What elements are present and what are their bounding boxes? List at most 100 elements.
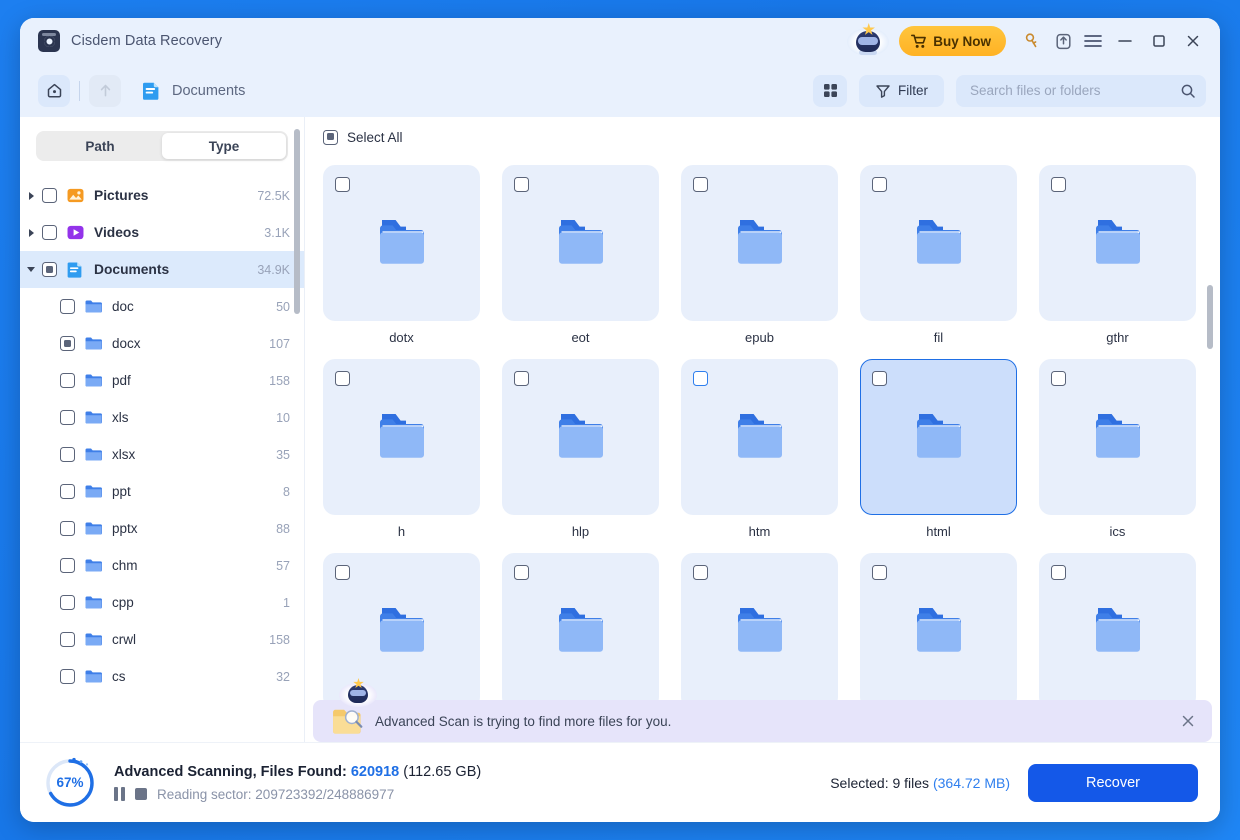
folder-card-checkbox[interactable] bbox=[693, 177, 708, 192]
home-button[interactable] bbox=[38, 74, 70, 107]
folder-card-checkbox[interactable] bbox=[872, 565, 887, 580]
item-label: xls bbox=[112, 410, 129, 425]
scan-prefix: Advanced Scanning, Files Found: bbox=[114, 763, 351, 780]
content-scrollbar[interactable] bbox=[1207, 285, 1213, 349]
item-checkbox-cpp[interactable] bbox=[60, 595, 75, 610]
folder-card-ics[interactable] bbox=[1039, 359, 1196, 515]
folder-card-checkbox[interactable] bbox=[514, 371, 529, 386]
sidebar-group-pictures[interactable]: Pictures 72.5K bbox=[20, 177, 304, 214]
folder-card-html[interactable] bbox=[860, 359, 1017, 515]
item-checkbox-docx[interactable] bbox=[60, 336, 75, 351]
folder-card-checkbox[interactable] bbox=[1051, 371, 1066, 386]
grid-cell: h bbox=[323, 359, 480, 549]
item-checkbox-crwl[interactable] bbox=[60, 632, 75, 647]
folder-card-dotx[interactable] bbox=[323, 165, 480, 321]
sidebar-item-chm[interactable]: chm 57 bbox=[20, 547, 304, 584]
recover-button[interactable]: Recover bbox=[1028, 763, 1198, 802]
folder-card[interactable] bbox=[1039, 553, 1196, 709]
sidebar-item-xls[interactable]: xls 10 bbox=[20, 399, 304, 436]
sidebar-item-ppt[interactable]: ppt 8 bbox=[20, 473, 304, 510]
folder-card-epub[interactable] bbox=[681, 165, 838, 321]
navigate-up-button[interactable] bbox=[89, 74, 121, 107]
group-checkbox-documents[interactable] bbox=[42, 262, 57, 277]
chevron-right-icon[interactable] bbox=[20, 228, 42, 237]
folder-card-label: dotx bbox=[389, 330, 414, 345]
maximize-icon[interactable] bbox=[1142, 26, 1176, 56]
sidebar-group-documents[interactable]: Documents 34.9K bbox=[20, 251, 304, 288]
folder-card-checkbox[interactable] bbox=[872, 177, 887, 192]
folder-card-h[interactable] bbox=[323, 359, 480, 515]
folder-card-checkbox[interactable] bbox=[514, 177, 529, 192]
sidebar-item-pdf[interactable]: pdf 158 bbox=[20, 362, 304, 399]
item-count: 8 bbox=[283, 484, 290, 499]
group-checkbox-videos[interactable] bbox=[42, 225, 57, 240]
search-input[interactable] bbox=[970, 83, 1180, 98]
pause-icon[interactable] bbox=[114, 787, 125, 801]
sidebar-item-doc[interactable]: doc 50 bbox=[20, 288, 304, 325]
grid-cell: fil bbox=[860, 165, 1017, 355]
folder-card-eot[interactable] bbox=[502, 165, 659, 321]
item-checkbox-xlsx[interactable] bbox=[60, 447, 75, 462]
folder-card-htm[interactable] bbox=[681, 359, 838, 515]
key-icon[interactable] bbox=[1018, 26, 1048, 56]
folder-card[interactable] bbox=[502, 553, 659, 709]
item-checkbox-cs[interactable] bbox=[60, 669, 75, 684]
tab-type[interactable]: Type bbox=[162, 133, 286, 159]
search-box[interactable] bbox=[956, 74, 1206, 107]
folder-card-checkbox[interactable] bbox=[335, 371, 350, 386]
item-checkbox-xls[interactable] bbox=[60, 410, 75, 425]
folder-card-checkbox[interactable] bbox=[335, 177, 350, 192]
sidebar-item-cpp[interactable]: cpp 1 bbox=[20, 584, 304, 621]
folder-card-gthr[interactable] bbox=[1039, 165, 1196, 321]
folder-icon bbox=[1095, 608, 1140, 652]
item-checkbox-ppt[interactable] bbox=[60, 484, 75, 499]
item-checkbox-pptx[interactable] bbox=[60, 521, 75, 536]
hamburger-menu-icon[interactable] bbox=[1078, 26, 1108, 56]
folder-card[interactable] bbox=[860, 553, 1017, 709]
item-checkbox-pdf[interactable] bbox=[60, 373, 75, 388]
notification-close-button[interactable] bbox=[1174, 707, 1202, 735]
tab-path[interactable]: Path bbox=[38, 133, 162, 159]
group-count: 34.9K bbox=[257, 262, 290, 277]
buy-now-button[interactable]: Buy Now bbox=[899, 26, 1006, 56]
grid-view-button[interactable] bbox=[813, 74, 847, 107]
folder-card-checkbox[interactable] bbox=[514, 565, 529, 580]
stop-icon[interactable] bbox=[135, 788, 147, 800]
folder-card-checkbox[interactable] bbox=[872, 371, 887, 386]
sidebar-item-xlsx[interactable]: xlsx 35 bbox=[20, 436, 304, 473]
arrow-up-icon bbox=[100, 84, 110, 97]
advanced-scan-notification: Advanced Scan is trying to find more fil… bbox=[313, 678, 1212, 742]
folder-card-checkbox[interactable] bbox=[1051, 565, 1066, 580]
sidebar-scrollbar[interactable] bbox=[294, 129, 300, 314]
buy-now-label: Buy Now bbox=[933, 33, 991, 49]
folder-card-checkbox[interactable] bbox=[693, 371, 708, 386]
folder-card-hlp[interactable] bbox=[502, 359, 659, 515]
sidebar-item-docx[interactable]: docx 107 bbox=[20, 325, 304, 362]
mascot-star-icon[interactable] bbox=[845, 22, 891, 60]
folder-card[interactable] bbox=[681, 553, 838, 709]
folder-card-fil[interactable] bbox=[860, 165, 1017, 321]
folder-card-checkbox[interactable] bbox=[335, 565, 350, 580]
sidebar-item-cs[interactable]: cs 32 bbox=[20, 658, 304, 695]
filter-button[interactable]: Filter bbox=[859, 74, 944, 107]
folder-card-checkbox[interactable] bbox=[1051, 177, 1066, 192]
search-icon[interactable] bbox=[1180, 83, 1196, 99]
group-checkbox-pictures[interactable] bbox=[42, 188, 57, 203]
sidebar-group-videos[interactable]: Videos 3.1K bbox=[20, 214, 304, 251]
sidebar-view-toggle[interactable]: Path Type bbox=[36, 131, 288, 161]
folder-icon bbox=[85, 411, 102, 424]
progress-percent-label: 67% bbox=[56, 775, 84, 790]
minimize-icon[interactable] bbox=[1108, 26, 1142, 56]
sidebar-item-crwl[interactable]: crwl 158 bbox=[20, 621, 304, 658]
select-all-checkbox[interactable] bbox=[323, 129, 338, 145]
chevron-right-icon[interactable] bbox=[20, 191, 42, 200]
folder-card-checkbox[interactable] bbox=[693, 565, 708, 580]
folder-icon bbox=[85, 485, 102, 498]
chevron-down-icon[interactable] bbox=[20, 267, 42, 272]
export-upload-icon[interactable] bbox=[1048, 26, 1078, 56]
close-icon[interactable] bbox=[1176, 26, 1210, 56]
item-checkbox-chm[interactable] bbox=[60, 558, 75, 573]
select-all-row[interactable]: Select All bbox=[305, 117, 1220, 157]
item-checkbox-doc[interactable] bbox=[60, 299, 75, 314]
sidebar-item-pptx[interactable]: pptx 88 bbox=[20, 510, 304, 547]
